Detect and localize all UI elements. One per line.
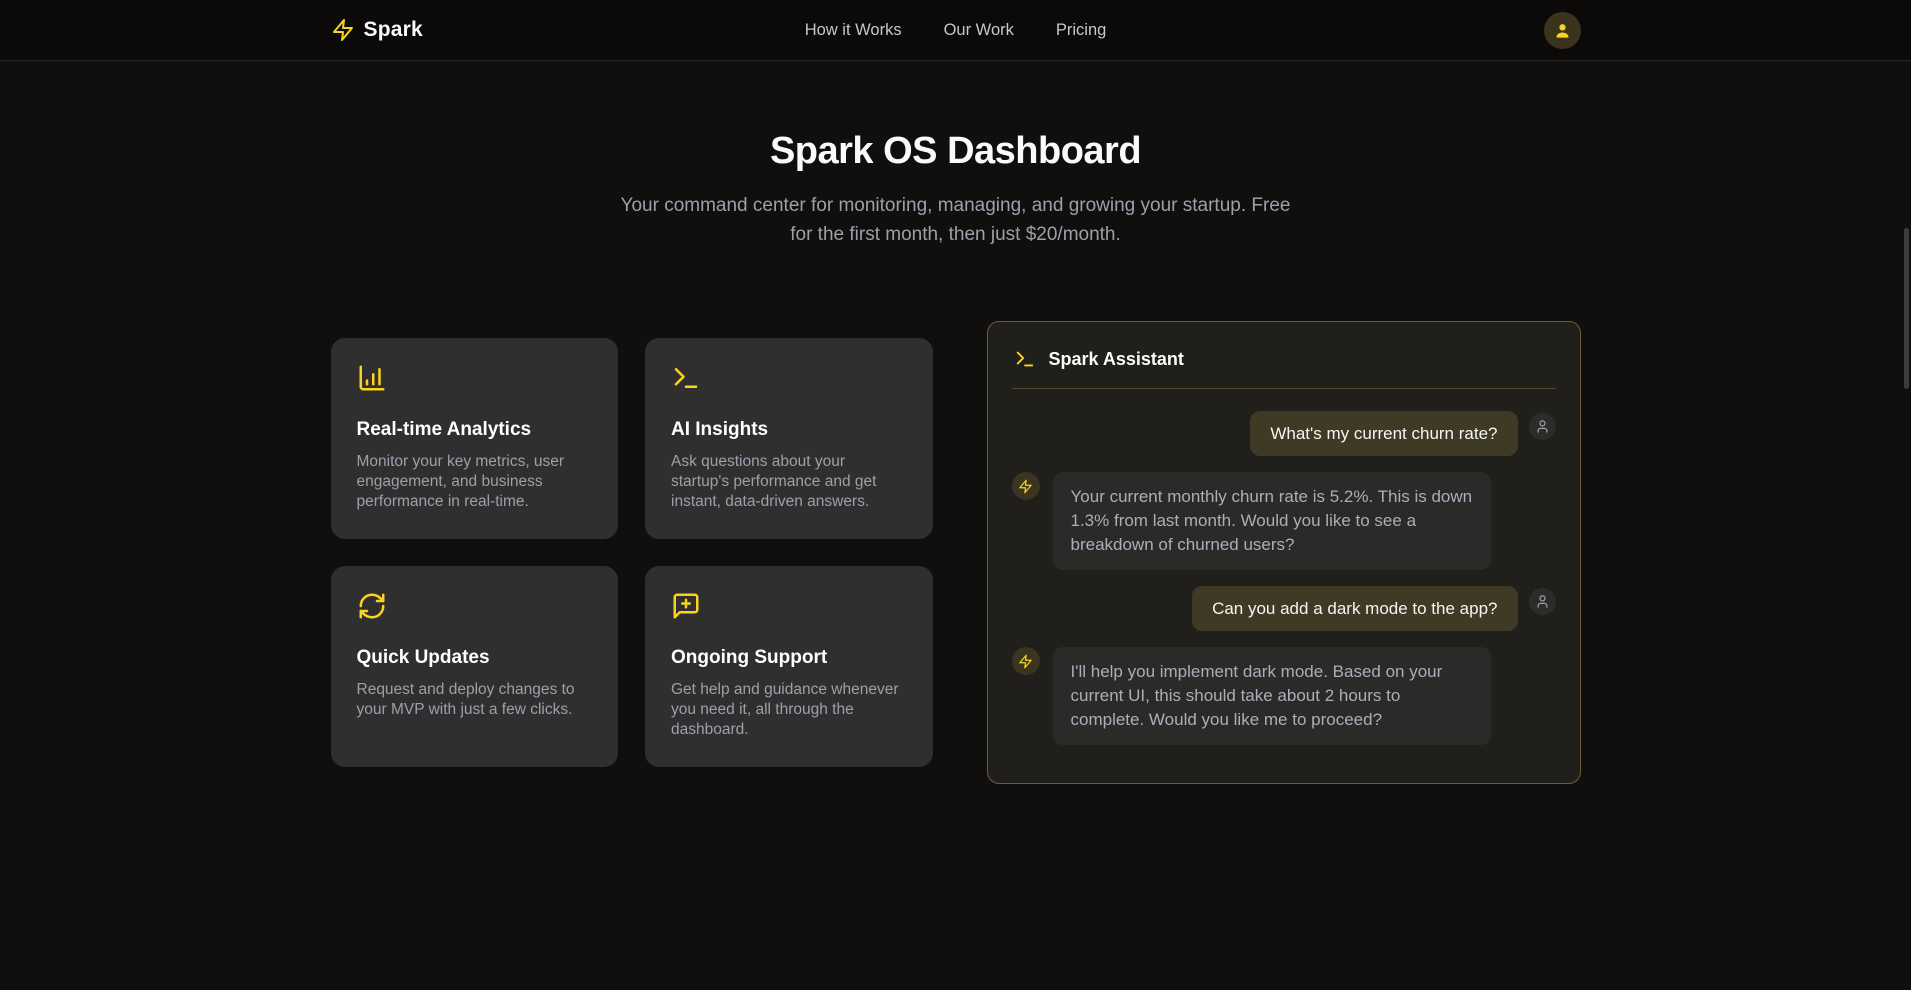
assistant-message-bubble: Your current monthly churn rate is 5.2%.… (1053, 472, 1491, 570)
terminal-icon (671, 363, 701, 393)
user-icon (1553, 21, 1572, 40)
chat-message-assistant: Your current monthly churn rate is 5.2%.… (1012, 472, 1556, 570)
spark-bolt-avatar (1012, 647, 1040, 675)
nav-links: How it Works Our Work Pricing (805, 21, 1107, 40)
feature-title: Ongoing Support (671, 647, 907, 669)
message-square-plus-icon (671, 591, 701, 621)
page: Spark How it Works Our Work Pricing Spar… (0, 0, 1911, 990)
hero-section: Spark OS Dashboard Your command center f… (0, 61, 1911, 249)
feature-card-realtime-analytics: Real-time Analytics Monitor your key met… (331, 338, 619, 539)
feature-title: Real-time Analytics (357, 419, 593, 441)
feature-card-ai-insights: AI Insights Ask questions about your sta… (645, 338, 933, 539)
page-subtitle: Your command center for monitoring, mana… (611, 192, 1301, 249)
brand-name: Spark (364, 18, 423, 42)
user-avatar (1529, 413, 1556, 440)
chat-messages: What's my current churn rate? Your curre… (1012, 389, 1556, 745)
feature-description: Request and deploy changes to your MVP w… (357, 680, 593, 720)
assistant-message-bubble: I'll help you implement dark mode. Based… (1053, 647, 1491, 745)
feature-title: Quick Updates (357, 647, 593, 669)
nav-link-our-work[interactable]: Our Work (944, 21, 1014, 40)
navbar: Spark How it Works Our Work Pricing (0, 0, 1911, 61)
nav-link-how-it-works[interactable]: How it Works (805, 21, 902, 40)
page-scrollbar-thumb[interactable] (1904, 228, 1909, 389)
feature-card-ongoing-support: Ongoing Support Get help and guidance wh… (645, 566, 933, 767)
feature-grid: Real-time Analytics Monitor your key met… (331, 338, 933, 767)
user-message-bubble: What's my current churn rate? (1250, 411, 1517, 456)
feature-description: Get help and guidance whenever you need … (671, 680, 907, 740)
spark-bolt-avatar (1012, 472, 1040, 500)
nav-link-pricing[interactable]: Pricing (1056, 21, 1106, 40)
feature-card-quick-updates: Quick Updates Request and deploy changes… (331, 566, 619, 767)
feature-title: AI Insights (671, 419, 907, 441)
page-scrollbar-track (1902, 0, 1911, 990)
lightning-bolt-icon (331, 18, 355, 42)
account-avatar-button[interactable] (1544, 12, 1581, 49)
feature-description: Monitor your key metrics, user engagemen… (357, 452, 593, 512)
chat-message-user: What's my current churn rate? (1012, 411, 1556, 456)
chat-message-assistant: I'll help you implement dark mode. Based… (1012, 647, 1556, 745)
feature-description: Ask questions about your startup's perfo… (671, 452, 907, 512)
content-row: Real-time Analytics Monitor your key met… (331, 321, 1581, 784)
bar-chart-icon (357, 363, 387, 393)
assistant-panel-title: Spark Assistant (1049, 349, 1184, 370)
chat-message-user: Can you add a dark mode to the app? (1012, 586, 1556, 631)
brand-logo[interactable]: Spark (331, 18, 805, 42)
assistant-panel-header: Spark Assistant (1012, 344, 1556, 389)
user-message-bubble: Can you add a dark mode to the app? (1192, 586, 1517, 631)
spark-assistant-panel: Spark Assistant What's my current churn … (987, 321, 1581, 784)
terminal-icon (1014, 348, 1036, 370)
refresh-icon (357, 591, 387, 621)
page-title: Spark OS Dashboard (0, 130, 1911, 173)
user-avatar (1529, 588, 1556, 615)
